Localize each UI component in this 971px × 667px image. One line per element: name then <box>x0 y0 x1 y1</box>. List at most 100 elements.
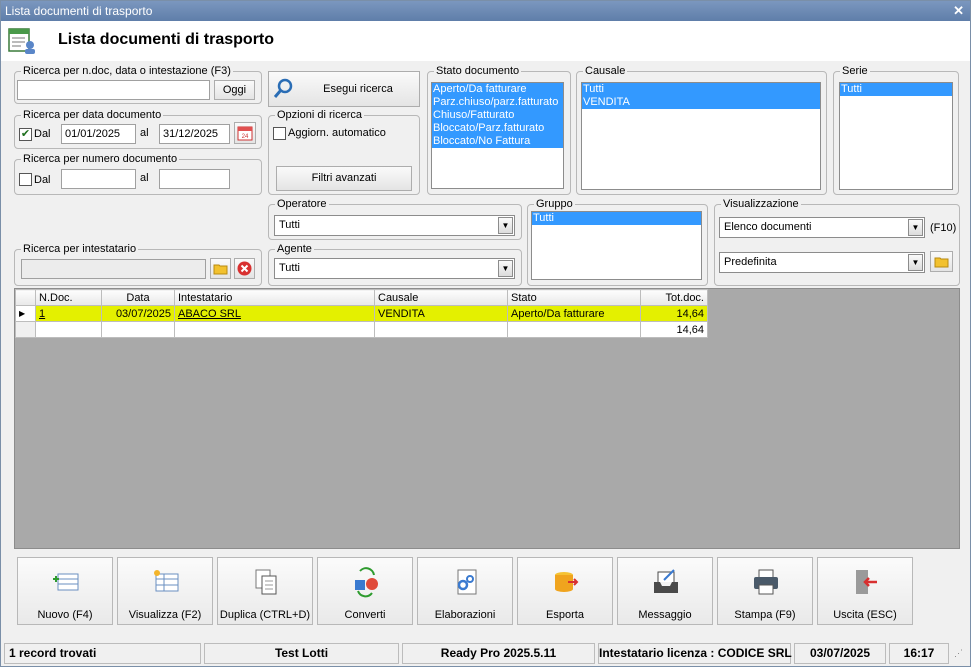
new-icon <box>53 573 79 591</box>
gruppo-list[interactable]: Tutti <box>531 211 702 280</box>
column-header-stato[interactable]: Stato <box>507 289 641 306</box>
uscita-label: Uscita (ESC) <box>833 609 897 621</box>
messaggio-label: Messaggio <box>638 609 692 621</box>
list-item[interactable]: Tutti <box>582 83 820 96</box>
number-from-field[interactable] <box>61 169 136 189</box>
column-header-data[interactable]: Data <box>101 289 175 306</box>
column-header-tot[interactable]: Tot.doc. <box>640 289 708 306</box>
column-header-ndoc[interactable]: N.Doc. <box>35 289 102 306</box>
list-item[interactable]: Aperto/Da fatturare <box>432 83 563 96</box>
auto-update-label: Aggiorn. automatico <box>288 127 386 139</box>
elaborazioni-button[interactable]: Elaborazioni <box>417 557 513 625</box>
message-icon <box>654 569 678 593</box>
visualizzazione-select[interactable]: Elenco documenti ▼ <box>719 217 925 238</box>
folder-icon <box>934 257 949 268</box>
chevron-down-icon[interactable]: ▼ <box>908 254 923 271</box>
status-records: 1 record trovati <box>4 643 201 664</box>
duplica-button[interactable]: Duplica (CTRL+D) <box>217 557 313 625</box>
documents-table: N.Doc. Data Intestatario Causale Stato T… <box>15 289 708 338</box>
date-to-field[interactable]: 31/12/2025 <box>159 124 230 144</box>
nuovo-label: Nuovo (F4) <box>37 609 93 621</box>
window-title: Lista documenti di trasporto <box>5 4 153 18</box>
chevron-down-icon[interactable]: ▼ <box>908 219 923 236</box>
close-icon[interactable]: ✕ <box>953 1 964 21</box>
holder-clear-button[interactable] <box>234 258 255 279</box>
uscita-button[interactable]: Uscita (ESC) <box>817 557 913 625</box>
cell-data: 03/07/2025 <box>101 305 175 322</box>
stampa-label: Stampa (F9) <box>734 609 796 621</box>
table-row[interactable]: ▶ 1 03/07/2025 ABACO SRL VENDITA Aperto/… <box>15 305 708 322</box>
cell-intestatario[interactable]: ABACO SRL <box>174 305 375 322</box>
holder-input[interactable] <box>21 259 206 279</box>
chevron-down-icon[interactable]: ▼ <box>498 260 513 277</box>
export-icon <box>555 572 579 592</box>
process-icon <box>457 569 477 595</box>
total-value: 14,64 <box>640 321 708 338</box>
date-dal-label: Dal <box>34 128 51 140</box>
date-dal-checkbox[interactable]: ✔ <box>19 128 32 141</box>
serie-list[interactable]: Tutti <box>839 82 953 190</box>
holder-browse-button[interactable] <box>210 258 231 279</box>
cell-ndoc[interactable]: 1 <box>35 305 102 322</box>
converti-button[interactable]: Converti <box>317 557 413 625</box>
oggi-button[interactable]: Oggi <box>214 80 255 100</box>
auto-update-checkbox[interactable] <box>273 127 286 140</box>
esporta-button[interactable]: Esporta <box>517 557 613 625</box>
status-license: Intestatario licenza : CODICE SRL <box>598 643 792 664</box>
visualizza-label: Visualizza (F2) <box>128 609 202 621</box>
operatore-select[interactable]: Tutti ▼ <box>274 215 515 236</box>
layout-select[interactable]: Predefinita ▼ <box>719 252 925 273</box>
stato-legend: Stato documento <box>434 64 522 78</box>
stato-list[interactable]: Aperto/Da fatturare Parz.chiuso/parz.fatt… <box>431 82 564 189</box>
nuovo-button[interactable]: Nuovo (F4) <box>17 557 113 625</box>
operatore-legend: Operatore <box>275 197 329 211</box>
stampa-button[interactable]: Stampa (F9) <box>717 557 813 625</box>
list-item[interactable]: VENDITA <box>582 96 820 109</box>
status-date: 03/07/2025 <box>794 643 886 664</box>
row-indicator-header <box>15 289 36 306</box>
number-to-field[interactable] <box>159 169 230 189</box>
date-al-label: al <box>140 127 149 139</box>
title-bar: Lista documenti di trasporto ✕ <box>1 1 970 21</box>
folder-icon <box>213 264 228 275</box>
convert-icon <box>355 567 378 598</box>
list-item[interactable]: Bloccato/Parz.fatturato <box>432 122 563 135</box>
messaggio-button[interactable]: Messaggio <box>617 557 713 625</box>
list-item[interactable]: Chiuso/Fatturato <box>432 109 563 122</box>
row-pointer-icon: ▶ <box>15 305 36 322</box>
search-ndoc-legend: Ricerca per n.doc, data o intestazione (… <box>21 64 233 78</box>
total-empty-cell <box>507 321 641 338</box>
cell-causale: VENDITA <box>374 305 508 322</box>
causale-list[interactable]: Tutti VENDITA <box>581 82 821 190</box>
document-list-icon <box>8 28 35 54</box>
esegui-ricerca-button[interactable]: Esegui ricerca <box>268 71 420 107</box>
agente-select[interactable]: Tutti ▼ <box>274 258 515 279</box>
page-title: Lista documenti di trasporto <box>58 31 275 48</box>
print-icon <box>754 569 778 595</box>
list-item[interactable]: Tutti <box>840 83 952 96</box>
chevron-down-icon[interactable]: ▼ <box>498 217 513 234</box>
total-empty-cell <box>374 321 508 338</box>
resize-grip-icon[interactable]: ⋰ <box>954 648 963 659</box>
list-item[interactable]: Parz.chiuso/parz.fatturato <box>432 96 563 109</box>
list-item[interactable]: Bloccato/No Fattura <box>432 135 563 148</box>
page-header: Lista documenti di trasporto <box>1 21 970 61</box>
filtri-avanzati-button[interactable]: Filtri avanzati <box>276 166 412 191</box>
svg-text:24: 24 <box>242 134 249 140</box>
operatore-value: Tutti <box>279 219 300 231</box>
status-time: 16:17 <box>889 643 949 664</box>
main-window: Lista documenti di trasporto ✕ Lista doc… <box>0 0 971 667</box>
column-header-causale[interactable]: Causale <box>374 289 508 306</box>
elaborazioni-label: Elaborazioni <box>434 609 496 621</box>
layout-folder-button[interactable] <box>930 251 953 272</box>
calendar-button[interactable]: 24 <box>234 122 256 144</box>
serie-legend: Serie <box>840 64 870 78</box>
date-from-field[interactable]: 01/01/2025 <box>61 124 136 144</box>
number-dal-checkbox[interactable] <box>19 173 32 186</box>
esegui-ricerca-label: Esegui ricerca <box>323 83 393 95</box>
visualizza-button[interactable]: Visualizza (F2) <box>117 557 213 625</box>
cell-tot: 14,64 <box>640 305 708 322</box>
search-ndoc-input[interactable] <box>17 80 210 100</box>
column-header-intestatario[interactable]: Intestatario <box>174 289 375 306</box>
list-item[interactable]: Tutti <box>532 212 701 225</box>
